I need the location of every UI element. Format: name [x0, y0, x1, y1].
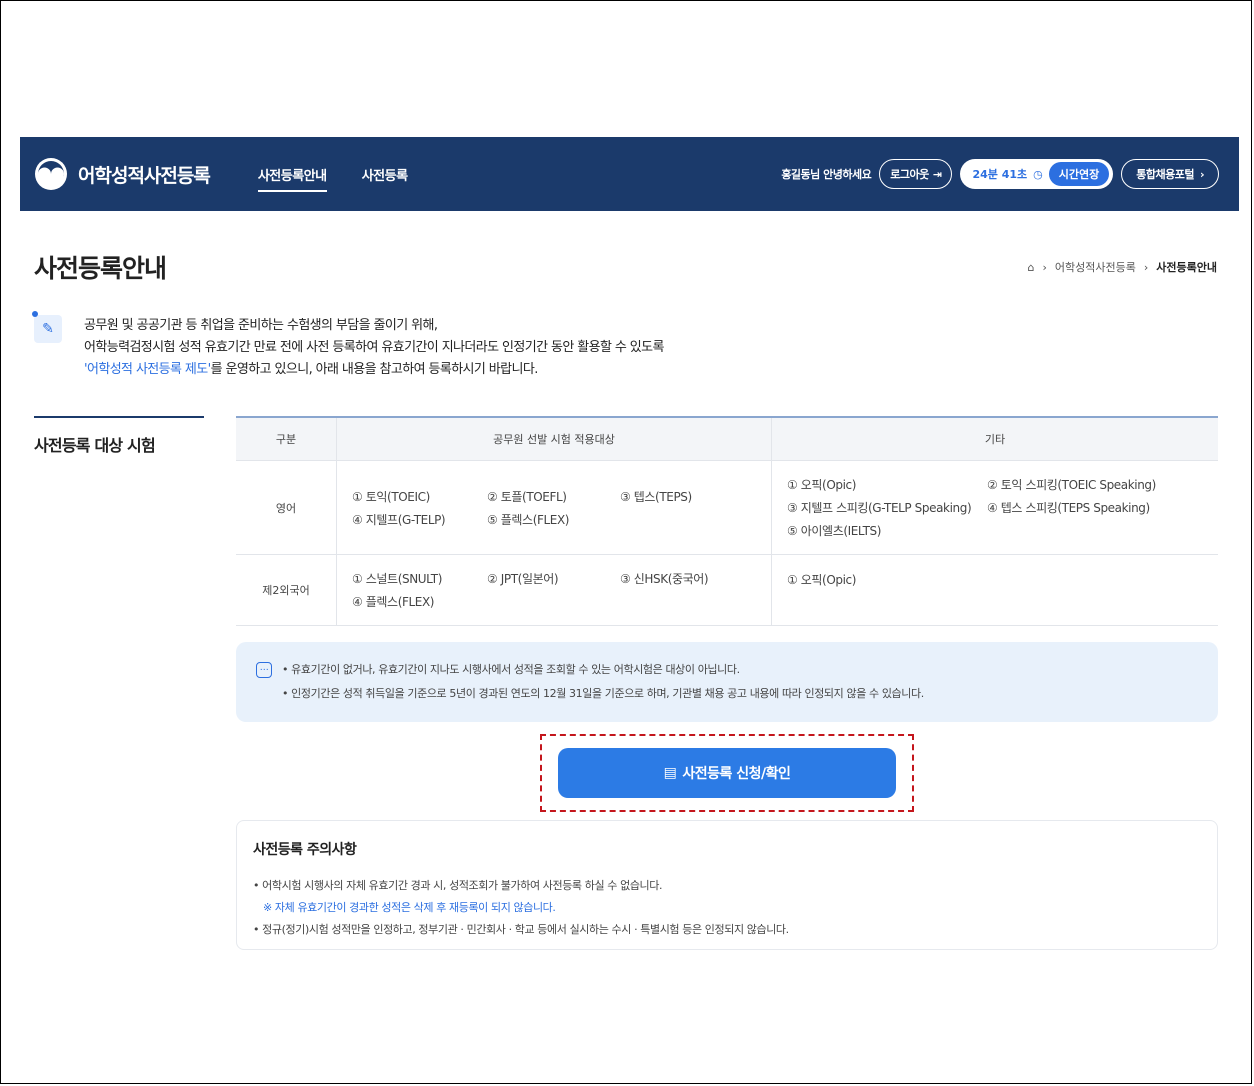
column-header: 기타 [771, 416, 1218, 461]
portal-link-button[interactable]: 통합채용포털 › [1121, 159, 1219, 189]
register-apply-button[interactable]: ▤ 사전등록 신청/확인 [558, 748, 896, 798]
exam-item: ① 오픽(Opic) [787, 478, 857, 492]
intro-highlight: '어학성적 사전등록 제도' [84, 362, 211, 377]
row-category: 영어 [236, 460, 337, 555]
caution-item: • 정규(정기)시험 성적만을 인정하고, 정부기관 · 민간회사 · 학교 등… [253, 923, 789, 936]
etc-exam-cell: ① 오픽(Opic) [771, 554, 1218, 626]
logout-button[interactable]: 로그아웃 ⇥ [879, 159, 953, 189]
main-nav: 사전등록안내 사전등록 [257, 165, 438, 192]
caution-title: 사전등록 주의사항 [253, 842, 357, 858]
register-button-highlight: ▤ 사전등록 신청/확인 [540, 734, 914, 812]
home-icon[interactable]: ⌂ [1028, 261, 1035, 274]
exam-table: 구분 공무원 선발 시험 적용대상 기타 영어 ① 토익(TOEIC) ② 토플… [236, 416, 1218, 626]
notice-text: • 인정기간은 성적 취득일을 기준으로 5년이 경과된 연도의 12월 31일… [282, 687, 924, 700]
exam-item: ① 토익(TOEIC) [352, 489, 430, 504]
browser-viewport: 어학성적사전등록 사전등록안내 사전등록 홍길동님 안녕하세요 로그아웃 ⇥ 2… [20, 137, 1239, 960]
table-row: 영어 ① 토익(TOEIC) ② 토플(TOEFL) ③ 텝스(TEPS) ④ … [236, 460, 1218, 555]
session-timer: 24분 41초 ◷ 시간연장 [960, 159, 1114, 189]
document-icon: ▤ [663, 765, 677, 781]
row-category: 제2외국어 [236, 554, 337, 626]
exam-item: ③ 지텔프 스피킹(G-TELP Speaking) [787, 501, 972, 515]
exam-item: ② 토플(TOEFL) [487, 489, 567, 504]
nav-item-register[interactable]: 사전등록 [362, 169, 408, 190]
intro-block: ✎ 공무원 및 공공기관 등 취업을 준비하는 수험생의 부담을 줄이기 위해,… [32, 311, 1239, 381]
gov-exam-cell: ① 토익(TOEIC) ② 토플(TOEFL) ③ 텝스(TEPS) ④ 지텔프… [336, 460, 772, 555]
table-header-row: 구분 공무원 선발 시험 적용대상 기타 [236, 416, 1218, 461]
logout-icon: ⇥ [932, 167, 942, 181]
breadcrumb: ⌂ › 어학성적사전등록 › 사전등록안내 [1028, 259, 1218, 275]
logout-label: 로그아웃 [890, 168, 929, 181]
column-header: 구분 [236, 416, 337, 461]
gov-exam-cell: ① 스널트(SNULT) ② JPT(일본어) ③ 신HSK(중국어) ④ 플렉… [336, 554, 772, 626]
intro-line: 공무원 및 공공기관 등 취업을 준비하는 수험생의 부담을 줄이기 위해, [84, 318, 438, 333]
target-exams-section: 사전등록 대상 시험 구분 공무원 선발 시험 적용대상 기타 영어 ① 토익(… [34, 416, 1239, 950]
exam-item: ④ 플렉스(FLEX) [352, 595, 435, 609]
column-header: 공무원 선발 시험 적용대상 [336, 416, 772, 461]
timer-value: 24분 41초 [972, 168, 1028, 181]
page-title: 사전등록안내 [34, 254, 167, 283]
register-button-label: 사전등록 신청/확인 [682, 766, 791, 782]
chevron-right-icon: › [1199, 167, 1205, 181]
portal-label: 통합채용포털 [1136, 168, 1194, 181]
info-notice: … • 유효기간이 없거나, 유효기간이 지나도 시행사에서 성적을 조회할 수… [236, 642, 1218, 722]
breadcrumb-current: 사전등록안내 [1156, 261, 1217, 274]
info-icon: … [256, 662, 272, 678]
clock-icon: ◷ [1033, 167, 1043, 181]
etc-exam-cell: ① 오픽(Opic) ② 토익 스피킹(TOEIC Speaking) ③ 지텔… [771, 460, 1218, 555]
caution-warning: ※ 자체 유효기간이 경과한 성적은 삭제 후 재등록이 되지 않습니다. [263, 901, 556, 914]
site-logo[interactable]: 어학성적사전등록 [34, 157, 211, 191]
top-header: 어학성적사전등록 사전등록안내 사전등록 홍길동님 안녕하세요 로그아웃 ⇥ 2… [20, 137, 1239, 211]
breadcrumb-item[interactable]: 어학성적사전등록 [1055, 259, 1136, 275]
exam-item: ④ 텝스 스피킹(TEPS Speaking) [987, 501, 1150, 515]
exam-item: ④ 지텔프(G-TELP) [352, 512, 446, 527]
section-title: 사전등록 대상 시험 [34, 436, 156, 455]
main-content: 사전등록안내 ⌂ › 어학성적사전등록 › 사전등록안내 ✎ 공무원 및 공공기… [20, 249, 1239, 950]
chevron-right-icon: › [1143, 260, 1149, 274]
caution-box: 사전등록 주의사항 • 어학시험 시행사의 자체 유효기간 경과 시, 성적조회… [236, 820, 1218, 950]
section-body: 구분 공무원 선발 시험 적용대상 기타 영어 ① 토익(TOEIC) ② 토플… [236, 416, 1218, 950]
user-greeting: 홍길동님 안녕하세요 [781, 168, 872, 181]
table-row: 제2외국어 ① 스널트(SNULT) ② JPT(일본어) ③ 신HSK(중국어… [236, 554, 1218, 626]
chevron-right-icon: › [1042, 260, 1047, 274]
section-heading: 사전등록 대상 시험 [34, 416, 204, 950]
exam-item: ③ 텝스(TEPS) [620, 489, 692, 504]
extend-time-button[interactable]: 시간연장 [1048, 162, 1110, 186]
notice-line: … • 유효기간이 없거나, 유효기간이 지나도 시행사에서 성적을 조회할 수… [256, 658, 1198, 682]
exam-item: ① 오픽(Opic) [787, 572, 857, 587]
exam-item: ⑤ 플렉스(FLEX) [487, 512, 570, 527]
taegeuk-emblem-icon [35, 158, 67, 190]
intro-line: 어학능력검정시험 성적 유효기간 만료 전에 사전 등록하여 유효기간이 지나더… [84, 340, 664, 355]
intro-line-rest: 를 운영하고 있으니, 아래 내용을 참고하여 등록하시기 바랍니다. [210, 362, 539, 377]
exam-item: ② JPT(일본어) [487, 572, 559, 586]
intro-text: 공무원 및 공공기관 등 취업을 준비하는 수험생의 부담을 줄이기 위해, 어… [84, 315, 664, 381]
caution-item: • 어학시험 시행사의 자체 유효기간 경과 시, 성적조회가 불가하여 사전등… [253, 879, 663, 892]
nav-item-guide[interactable]: 사전등록안내 [257, 168, 327, 192]
pin-icon: ✎ [32, 311, 62, 343]
header-user-area: 홍길동님 안녕하세요 로그아웃 ⇥ 24분 41초 ◷ 시간연장 통합채용포털 … [781, 159, 1219, 189]
logo-text: 어학성적사전등록 [78, 164, 211, 187]
exam-item: ⑤ 아이엘츠(IELTS) [787, 524, 881, 538]
notice-text: • 유효기간이 없거나, 유효기간이 지나도 시행사에서 성적을 조회할 수 있… [282, 663, 740, 676]
exam-item: ① 스널트(SNULT) [352, 572, 442, 586]
exam-item: ② 토익 스피킹(TOEIC Speaking) [987, 478, 1156, 492]
title-row: 사전등록안내 ⌂ › 어학성적사전등록 › 사전등록안내 [34, 249, 1239, 285]
intro-line: '어학성적 사전등록 제도'를 운영하고 있으니, 아래 내용을 참고하여 등록… [84, 359, 664, 381]
exam-item: ③ 신HSK(중국어) [620, 572, 709, 586]
